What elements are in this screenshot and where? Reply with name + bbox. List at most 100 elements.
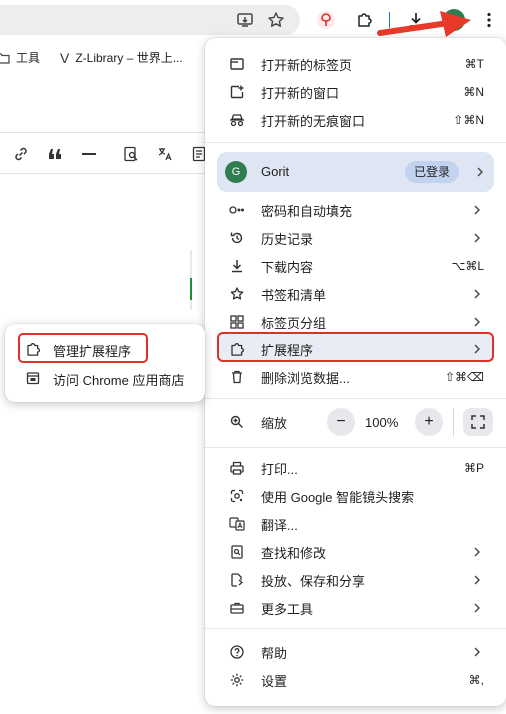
menu-item-shortcut: ⇧⌘N — [453, 113, 484, 127]
chevron-right-icon — [474, 603, 480, 613]
chevron-right-icon — [474, 205, 480, 215]
menu-item-label: 密码和自动填充 — [261, 203, 353, 219]
profile-name: Gorit — [261, 164, 290, 179]
menu-divider — [205, 447, 506, 448]
menu-item-label: 标签页分组 — [261, 315, 327, 331]
menu-item-new-tab[interactable]: 打开新的标签页 ⌘T — [205, 50, 506, 78]
menu-item-label: 扩展程序 — [261, 342, 314, 358]
menu-item-shortcut: ⇧⌘⌫ — [444, 370, 484, 384]
menu-item-zoom: 缩放 — [205, 408, 506, 436]
trash-icon — [229, 369, 245, 385]
menu-item-label: 打开新的窗口 — [261, 85, 340, 101]
menu-item-label: 查找和修改 — [261, 545, 327, 561]
star-icon — [229, 286, 245, 302]
translate-icon — [229, 516, 245, 532]
chevron-right-icon — [474, 289, 480, 299]
save-share-icon — [229, 572, 245, 588]
submenu-item-chrome-web-store[interactable]: 访问 Chrome 应用商店 — [5, 365, 205, 391]
menu-item-label: 更多工具 — [261, 601, 314, 617]
menu-item-translate[interactable]: 翻译... — [205, 510, 506, 538]
menu-item-label: 翻译... — [261, 517, 298, 533]
menu-item-find-edit[interactable]: 查找和修改 — [205, 538, 506, 566]
menu-item-downloads[interactable]: 下载内容 ⌥⌘L — [205, 252, 506, 280]
chevron-right-icon — [474, 317, 480, 327]
page-divider — [0, 132, 230, 133]
menu-item-passwords[interactable]: 密码和自动填充 — [205, 196, 506, 224]
menu-item-label: 投放、保存和分享 — [261, 573, 366, 589]
menu-divider — [205, 628, 506, 629]
link-icon[interactable] — [10, 143, 32, 165]
submenu-item-label: 管理扩展程序 — [53, 344, 132, 359]
quote-icon[interactable] — [44, 143, 66, 165]
menu-item-label: 历史记录 — [261, 231, 314, 247]
menu-item-more-tools[interactable]: 更多工具 — [205, 594, 506, 622]
chrome-main-menu: 打开新的标签页 ⌘T 打开新的窗口 ⌘N 打开新的无痕窗口 ⇧⌘N G Gori… — [205, 38, 506, 706]
zoom-level: 100% — [365, 415, 399, 430]
find-icon — [229, 544, 245, 560]
menu-item-label: 打开新的标签页 — [261, 57, 353, 73]
menu-item-settings[interactable]: 设置 ⌘, — [205, 666, 506, 694]
gear-icon — [229, 672, 245, 688]
new-tab-icon — [229, 56, 245, 72]
zoom-out-button[interactable]: − — [327, 408, 355, 436]
menu-item-label: 书签和清单 — [261, 287, 327, 303]
menu-item-label: 打印... — [261, 461, 298, 477]
google-lens-icon — [229, 488, 245, 504]
menu-item-print[interactable]: 打印... ⌘P — [205, 454, 506, 482]
fullscreen-button[interactable] — [463, 408, 493, 436]
profile-avatar: G — [225, 161, 247, 183]
menu-item-clear-data[interactable]: 删除浏览数据... ⇧⌘⌫ — [205, 363, 506, 391]
extensions-submenu: 管理扩展程序 访问 Chrome 应用商店 — [5, 324, 205, 402]
print-icon — [229, 460, 245, 476]
menu-item-label: 帮助 — [261, 645, 288, 661]
help-icon — [229, 644, 245, 660]
menu-item-google-lens[interactable]: 使用 Google 智能镜头搜索 — [205, 482, 506, 510]
page-divider — [0, 173, 230, 174]
page-scroll-marker — [190, 278, 192, 300]
web-store-icon — [25, 370, 41, 386]
menu-item-new-window[interactable]: 打开新的窗口 ⌘N — [205, 78, 506, 106]
menu-item-help[interactable]: 帮助 — [205, 638, 506, 666]
menu-item-shortcut: ⌘P — [463, 461, 484, 475]
zoom-in-button[interactable]: + — [415, 408, 443, 436]
translate-text-icon[interactable] — [154, 143, 176, 165]
menu-item-label: 删除浏览数据... — [261, 370, 350, 386]
menu-item-extensions[interactable]: 扩展程序 — [205, 335, 506, 363]
chevron-right-icon — [474, 647, 480, 657]
chevron-right-icon — [477, 167, 483, 177]
new-window-icon — [229, 84, 245, 100]
history-icon — [229, 230, 245, 246]
toolbox-icon — [229, 600, 245, 616]
chevron-right-icon — [474, 344, 480, 354]
zoom-icon — [229, 414, 245, 430]
submenu-item-manage-extensions[interactable]: 管理扩展程序 — [5, 336, 205, 362]
menu-item-label: 设置 — [261, 673, 288, 689]
menu-item-bookmarks[interactable]: 书签和清单 — [205, 280, 506, 308]
menu-item-history[interactable]: 历史记录 — [205, 224, 506, 252]
find-in-page-icon[interactable] — [120, 143, 142, 165]
menu-item-shortcut: ⌘N — [463, 85, 484, 99]
editor-toolbar — [0, 140, 230, 168]
extension-puzzle-icon — [25, 341, 41, 357]
menu-item-label: 缩放 — [261, 415, 288, 431]
menu-item-label: 使用 Google 智能镜头搜索 — [261, 489, 415, 505]
zoom-separator — [453, 408, 454, 436]
chevron-right-icon — [474, 547, 480, 557]
tab-groups-icon — [229, 314, 245, 330]
chevron-right-icon — [474, 233, 480, 243]
signed-in-badge: 已登录 — [405, 161, 460, 183]
menu-divider — [205, 398, 506, 399]
horizontal-rule-icon[interactable] — [78, 143, 100, 165]
menu-item-shortcut: ⌘, — [468, 673, 484, 687]
fullscreen-icon — [471, 415, 485, 429]
menu-divider — [205, 142, 506, 143]
extension-puzzle-icon — [229, 341, 245, 357]
key-icon — [229, 202, 245, 218]
menu-item-cast-save-share[interactable]: 投放、保存和分享 — [205, 566, 506, 594]
menu-item-label: 打开新的无痕窗口 — [261, 113, 366, 129]
incognito-icon — [229, 112, 245, 128]
profile-row[interactable]: G Gorit 已登录 — [217, 152, 494, 192]
menu-item-incognito[interactable]: 打开新的无痕窗口 ⇧⌘N — [205, 106, 506, 134]
submenu-item-label: 访问 Chrome 应用商店 — [53, 373, 185, 388]
menu-item-label: 下载内容 — [261, 259, 314, 275]
